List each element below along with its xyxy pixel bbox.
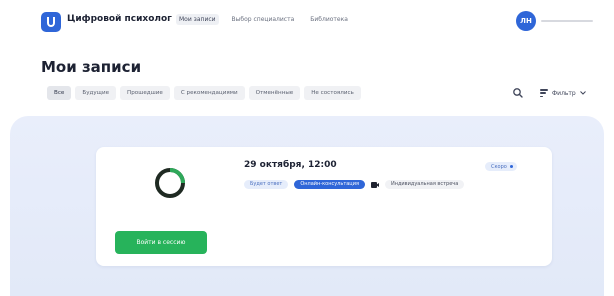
status-label: Скоро: [491, 163, 507, 170]
specialist-avatar-ring-icon: [155, 168, 185, 198]
appointment-tabs: Все Будущие Прошедшие С рекомендациями О…: [47, 86, 361, 100]
main-nav: Мои записи Выбор специалиста Библиотека: [176, 14, 351, 25]
brand-name[interactable]: Цифровой психолог: [67, 14, 172, 24]
nav-library[interactable]: Библиотека: [307, 14, 351, 25]
page-title: Мои записи: [41, 58, 142, 76]
top-bar: Цифровой психолог Мои записи Выбор специ…: [0, 0, 614, 44]
video-camera-icon: [370, 181, 379, 188]
filter-label: Фильтр: [552, 89, 576, 97]
join-session-button[interactable]: Войти в сессию: [115, 231, 207, 254]
appointment-tags: Будет ответ Онлайн-консультация Индивиду…: [244, 180, 465, 189]
appointment-card: Войти в сессию 29 октября, 12:00 Будет о…: [96, 147, 552, 266]
appointment-date: 29 октября, 12:00: [244, 160, 337, 170]
filter-button[interactable]: Фильтр: [540, 86, 586, 100]
tab-upcoming[interactable]: Будущие: [75, 86, 117, 100]
tag-individual-meeting: Индивидуальная встреча: [384, 180, 465, 189]
status-dot-icon: [509, 165, 513, 168]
tag-online-consultation: Онлайн-консультация: [294, 180, 365, 189]
tab-past[interactable]: Прошедшие: [120, 86, 170, 100]
status-badge: Скоро: [485, 162, 517, 171]
search-icon[interactable]: [512, 87, 524, 99]
tab-missed[interactable]: Не состоялись: [304, 86, 361, 100]
tag-reply: Будет ответ: [244, 180, 289, 189]
nav-my-appointments[interactable]: Мои записи: [176, 14, 219, 25]
tab-all[interactable]: Все: [47, 86, 72, 100]
user-name-placeholder[interactable]: [541, 20, 593, 22]
tab-with-recommendations[interactable]: С рекомендациями: [173, 86, 245, 100]
avatar[interactable]: ЛН: [516, 11, 536, 31]
chevron-down-icon: [579, 91, 586, 95]
filter-icon: [540, 89, 548, 97]
tab-cancelled[interactable]: Отменённые: [248, 86, 301, 100]
logo-icon[interactable]: [41, 12, 61, 32]
nav-choose-specialist[interactable]: Выбор специалиста: [229, 14, 298, 25]
